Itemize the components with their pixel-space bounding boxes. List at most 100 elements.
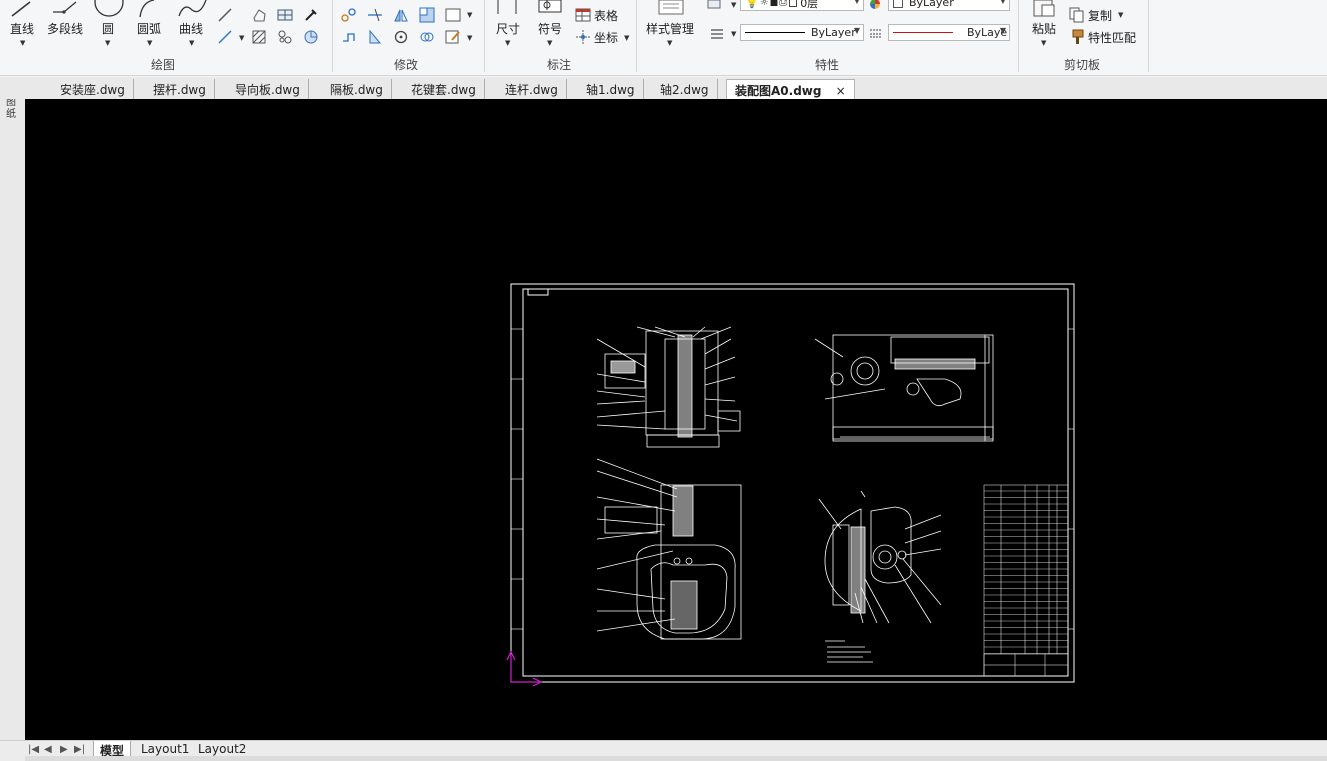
- document-tab[interactable]: 轴1.dwg: [578, 79, 644, 99]
- spline-tool-label[interactable]: 曲线: [179, 20, 203, 37]
- layer-properties-caret[interactable]: ▼: [731, 1, 736, 9]
- lineweight-dropdown[interactable]: ByLaye ▼: [888, 24, 1010, 41]
- copy-caret[interactable]: ▼: [1118, 11, 1123, 19]
- match-properties-label[interactable]: 特性匹配: [1088, 29, 1136, 46]
- paste-icon[interactable]: [1030, 0, 1058, 17]
- ray-line-icon[interactable]: [216, 28, 234, 46]
- drawing-canvas[interactable]: [25, 99, 1327, 740]
- copy-label[interactable]: 复制: [1088, 7, 1112, 24]
- lineweight-dropdown-arrow[interactable]: ▼: [1000, 26, 1006, 35]
- style-manager-icon[interactable]: [656, 0, 686, 16]
- copy-object-icon[interactable]: [418, 28, 436, 46]
- layer-dropdown[interactable]: 💡 ☼ ■ ⎙ 0层 ▼: [740, 0, 864, 11]
- spline-tool-icon[interactable]: [176, 0, 208, 18]
- last-layout-icon[interactable]: ▶|: [74, 744, 85, 755]
- hatch-tool-icon[interactable]: [250, 28, 268, 46]
- table-icon[interactable]: [574, 6, 592, 24]
- circle-tool-dropdown-caret[interactable]: ▼: [105, 39, 110, 47]
- layer-properties-icon[interactable]: [706, 0, 726, 12]
- ucs-icon: [506, 650, 543, 687]
- coordinate-caret[interactable]: ▼: [624, 34, 629, 42]
- rotate-tool-icon[interactable]: [392, 28, 410, 46]
- coordinate-icon[interactable]: [574, 28, 592, 46]
- scale-tool-icon[interactable]: [366, 28, 384, 46]
- layer-name: 0层: [800, 0, 819, 10]
- dimension-label[interactable]: 尺寸: [496, 20, 520, 37]
- document-tab[interactable]: 摆杆.dwg: [145, 79, 215, 99]
- trim-tool-icon[interactable]: [366, 6, 384, 24]
- document-tab-active[interactable]: 装配图A0.dwg ×: [726, 79, 855, 99]
- spline-tool-dropdown-caret[interactable]: ▼: [189, 39, 194, 47]
- document-tab[interactable]: 花键套.dwg: [403, 79, 485, 99]
- view-side: [814, 334, 994, 442]
- print-icon: ⎙: [779, 0, 788, 8]
- sheet-inner-border: [522, 288, 1069, 677]
- arc-tool-icon[interactable]: [134, 0, 164, 18]
- color-wheel-icon[interactable]: [866, 0, 884, 12]
- paste-caret[interactable]: ▼: [1041, 39, 1046, 47]
- linetype-dropdown[interactable]: ByLayer ▼: [740, 24, 864, 41]
- ribbon: 直线 ▼ 多段线 圆 ▼ 圆弧 ▼ 曲线 ▼ ▼ 绘图 ▼ ▼ 修改 尺寸 ▼ …: [0, 0, 1327, 76]
- explode-tool-caret[interactable]: ▼: [467, 11, 472, 19]
- symbol-caret[interactable]: ▼: [547, 39, 552, 47]
- line-tool-icon[interactable]: [8, 0, 34, 18]
- sheet-set-label[interactable]: 图 纸: [6, 97, 18, 121]
- polyline-tool-label[interactable]: 多段线: [47, 20, 83, 37]
- draw-more-caret[interactable]: ▼: [239, 34, 244, 42]
- table-label[interactable]: 表格: [594, 7, 618, 24]
- line-tool-label[interactable]: 直线: [10, 20, 34, 37]
- edit-tool-icon[interactable]: [444, 28, 462, 46]
- revision-cloud-icon[interactable]: [302, 28, 320, 46]
- circle-tool-label[interactable]: 圆: [102, 20, 114, 37]
- layout-tab-layout1[interactable]: Layout1: [135, 741, 195, 757]
- symbol-label[interactable]: 符号: [538, 20, 562, 37]
- linetype-dropdown-arrow[interactable]: ▼: [854, 26, 860, 35]
- construction-line-icon[interactable]: [216, 6, 234, 24]
- table-draw-icon[interactable]: [276, 6, 294, 24]
- close-tab-icon[interactable]: ×: [836, 84, 846, 98]
- dimension-caret[interactable]: ▼: [505, 39, 510, 47]
- draw-panel-label: 绘图: [151, 58, 176, 72]
- next-layout-icon[interactable]: ▶: [60, 744, 68, 755]
- polyline-tool-icon[interactable]: [50, 0, 80, 18]
- horizontal-scrollbar[interactable]: [25, 756, 1327, 761]
- layout-tab-layout2[interactable]: Layout2: [192, 741, 252, 757]
- style-manager-caret[interactable]: ▼: [667, 39, 672, 47]
- arc-tool-label[interactable]: 圆弧: [137, 20, 161, 37]
- line-tool-dropdown-caret[interactable]: ▼: [20, 39, 25, 47]
- array-tool-icon[interactable]: [418, 6, 436, 24]
- layer-dropdown-arrow[interactable]: ▼: [854, 0, 860, 5]
- region-tool-icon[interactable]: [276, 28, 294, 46]
- prev-layout-icon[interactable]: ◀: [44, 744, 52, 755]
- document-tab[interactable]: 轴2.dwg: [652, 79, 718, 99]
- point-tool-icon[interactable]: [302, 6, 320, 24]
- document-tab[interactable]: 连杆.dwg: [497, 79, 567, 99]
- coordinate-label[interactable]: 坐标: [594, 29, 618, 46]
- paste-label[interactable]: 粘贴: [1032, 20, 1056, 37]
- color-dropdown-arrow[interactable]: ▼: [1000, 0, 1006, 5]
- symbol-icon[interactable]: [536, 0, 564, 16]
- style-manager-label[interactable]: 样式管理: [646, 20, 694, 37]
- mirror-tool-icon[interactable]: [392, 6, 410, 24]
- lineweight-list-caret[interactable]: ▼: [731, 30, 736, 38]
- edit-tool-caret[interactable]: ▼: [467, 34, 472, 42]
- circle-tool-icon[interactable]: [94, 0, 124, 18]
- first-layout-icon[interactable]: |◀: [28, 744, 39, 755]
- layout-tab-model[interactable]: 模型: [93, 741, 132, 758]
- rectangle-tool-icon[interactable]: [250, 6, 268, 24]
- stretch-tool-icon[interactable]: [340, 28, 358, 46]
- copy-icon[interactable]: [1068, 6, 1086, 24]
- dimension-icon[interactable]: [494, 0, 520, 16]
- lineweight-list-icon[interactable]: [709, 25, 725, 41]
- match-properties-icon[interactable]: [1068, 28, 1086, 46]
- clipboard-panel-label: 剪切板: [1064, 58, 1101, 72]
- move-tool-icon[interactable]: [340, 6, 358, 24]
- explode-tool-icon[interactable]: [444, 6, 462, 24]
- linetype-scale-icon[interactable]: [868, 25, 884, 41]
- document-tab[interactable]: 导向板.dwg: [227, 79, 309, 99]
- document-tab[interactable]: 安装座.dwg: [52, 79, 134, 99]
- arc-tool-dropdown-caret[interactable]: ▼: [147, 39, 152, 47]
- color-dropdown[interactable]: ByLayer ▼: [888, 0, 1010, 11]
- document-tab[interactable]: 隔板.dwg: [322, 79, 392, 99]
- modify-panel-label: 修改: [394, 58, 419, 72]
